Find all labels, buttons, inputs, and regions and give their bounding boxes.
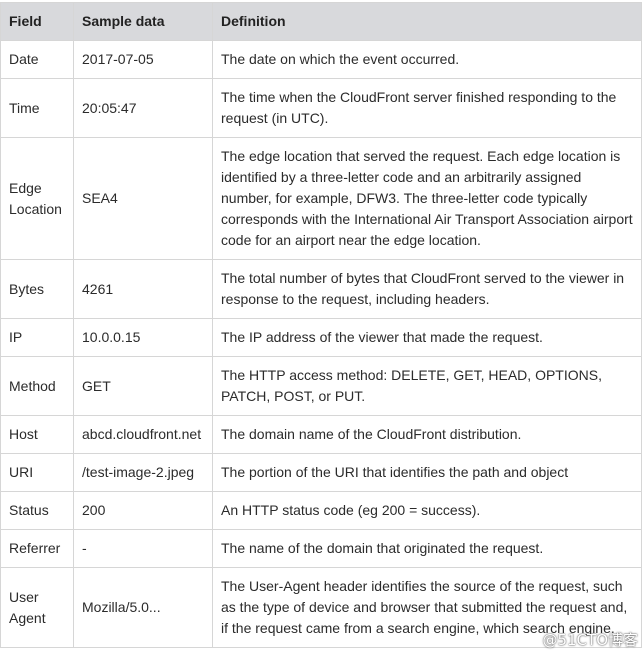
table-row: Referrer - The name of the domain that o… <box>0 529 642 568</box>
sample-cell: 200 <box>73 491 213 530</box>
sample-cell: Mozilla/5.0... <box>73 567 213 648</box>
definition-cell: The HTTP access method: DELETE, GET, HEA… <box>212 356 642 416</box>
table-row: Status 200 An HTTP status code (eg 200 =… <box>0 491 642 530</box>
definition-cell: The portion of the URI that identifies t… <box>212 453 642 492</box>
table-row: Host abcd.cloudfront.net The domain name… <box>0 415 642 454</box>
table-row: Bytes 4261 The total number of bytes tha… <box>0 259 642 319</box>
definition-cell: The domain name of the CloudFront distri… <box>212 415 642 454</box>
table-row: User Agent Mozilla/5.0... The User-Agent… <box>0 567 642 648</box>
sample-cell: 10.0.0.15 <box>73 318 213 357</box>
definition-cell: An HTTP status code (eg 200 = success). <box>212 491 642 530</box>
sample-cell: SEA4 <box>73 137 213 260</box>
sample-cell: - <box>73 529 213 568</box>
field-cell: Host <box>0 415 74 454</box>
table-row: Time 20:05:47 The time when the CloudFro… <box>0 78 642 138</box>
definition-cell: The edge location that served the reques… <box>212 137 642 260</box>
table-row: Edge Location SEA4 The edge location tha… <box>0 137 642 260</box>
column-header-sample-data: Sample data <box>73 2 213 41</box>
field-cell: Bytes <box>0 259 74 319</box>
field-cell: Edge Location <box>0 137 74 260</box>
column-header-definition: Definition <box>212 2 642 41</box>
cloudfront-log-fields-table: Field Sample data Definition Date 2017-0… <box>0 2 642 648</box>
field-cell: User Agent <box>0 567 74 648</box>
table-row: IP 10.0.0.15 The IP address of the viewe… <box>0 318 642 357</box>
column-header-field: Field <box>0 2 74 41</box>
field-cell: URI <box>0 453 74 492</box>
field-cell: Date <box>0 40 74 79</box>
sample-cell: GET <box>73 356 213 416</box>
table-row: Date 2017-07-05 The date on which the ev… <box>0 40 642 79</box>
definition-cell: The User-Agent header identifies the sou… <box>212 567 642 648</box>
field-cell: IP <box>0 318 74 357</box>
field-cell: Time <box>0 78 74 138</box>
definition-cell: The IP address of the viewer that made t… <box>212 318 642 357</box>
sample-cell: 4261 <box>73 259 213 319</box>
field-cell: Method <box>0 356 74 416</box>
table-row: URI /test-image-2.jpeg The portion of th… <box>0 453 642 492</box>
sample-cell: 20:05:47 <box>73 78 213 138</box>
definition-cell: The total number of bytes that CloudFron… <box>212 259 642 319</box>
definition-cell: The name of the domain that originated t… <box>212 529 642 568</box>
table-row: Method GET The HTTP access method: DELET… <box>0 356 642 416</box>
sample-cell: 2017-07-05 <box>73 40 213 79</box>
field-cell: Referrer <box>0 529 74 568</box>
table-header-row: Field Sample data Definition <box>0 2 642 41</box>
field-cell: Status <box>0 491 74 530</box>
sample-cell: abcd.cloudfront.net <box>73 415 213 454</box>
sample-cell: /test-image-2.jpeg <box>73 453 213 492</box>
definition-cell: The date on which the event occurred. <box>212 40 642 79</box>
definition-cell: The time when the CloudFront server fini… <box>212 78 642 138</box>
